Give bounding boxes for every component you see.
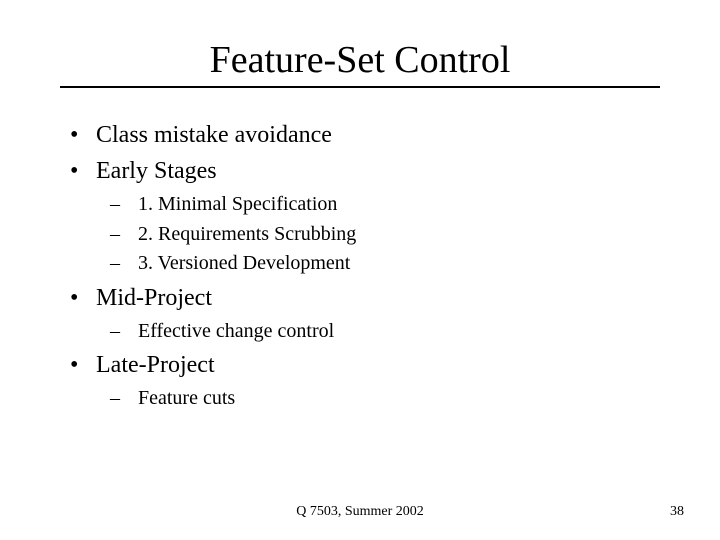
sub-bullet-item: 3. Versioned Development [110,251,660,277]
sub-bullet-list: Feature cuts [96,386,660,412]
sub-bullet-item: 1. Minimal Specification [110,192,660,218]
sub-bullet-list: Effective change control [96,319,660,345]
sub-bullet-text: 1. Minimal Specification [138,193,337,215]
bullet-text: Early Stages [96,158,217,184]
sub-bullet-list: 1. Minimal Specification 2. Requirements… [96,192,660,277]
sub-bullet-text: 3. Versioned Development [138,252,350,274]
bullet-text: Late-Project [96,352,215,378]
slide-content: Class mistake avoidance Early Stages 1. … [60,88,660,412]
bullet-item: Class mistake avoidance [70,120,660,150]
sub-bullet-item: Feature cuts [110,386,660,412]
sub-bullet-text: 2. Requirements Scrubbing [138,223,356,245]
slide-title: Feature-Set Control [210,38,511,82]
bullet-item: Mid-Project Effective change control [70,283,660,345]
bullet-text: Mid-Project [96,285,212,311]
slide: Feature-Set Control Class mistake avoida… [0,0,720,540]
bullet-text: Class mistake avoidance [96,122,332,148]
footer-center: Q 7503, Summer 2002 [0,504,720,520]
sub-bullet-item: 2. Requirements Scrubbing [110,222,660,248]
bullet-list: Class mistake avoidance Early Stages 1. … [70,120,660,412]
sub-bullet-item: Effective change control [110,319,660,345]
sub-bullet-text: Feature cuts [138,387,235,409]
bullet-item: Early Stages 1. Minimal Specification 2.… [70,156,660,277]
sub-bullet-text: Effective change control [138,320,334,342]
title-wrap: Feature-Set Control [60,38,660,88]
page-number: 38 [670,504,684,520]
bullet-item: Late-Project Feature cuts [70,350,660,412]
